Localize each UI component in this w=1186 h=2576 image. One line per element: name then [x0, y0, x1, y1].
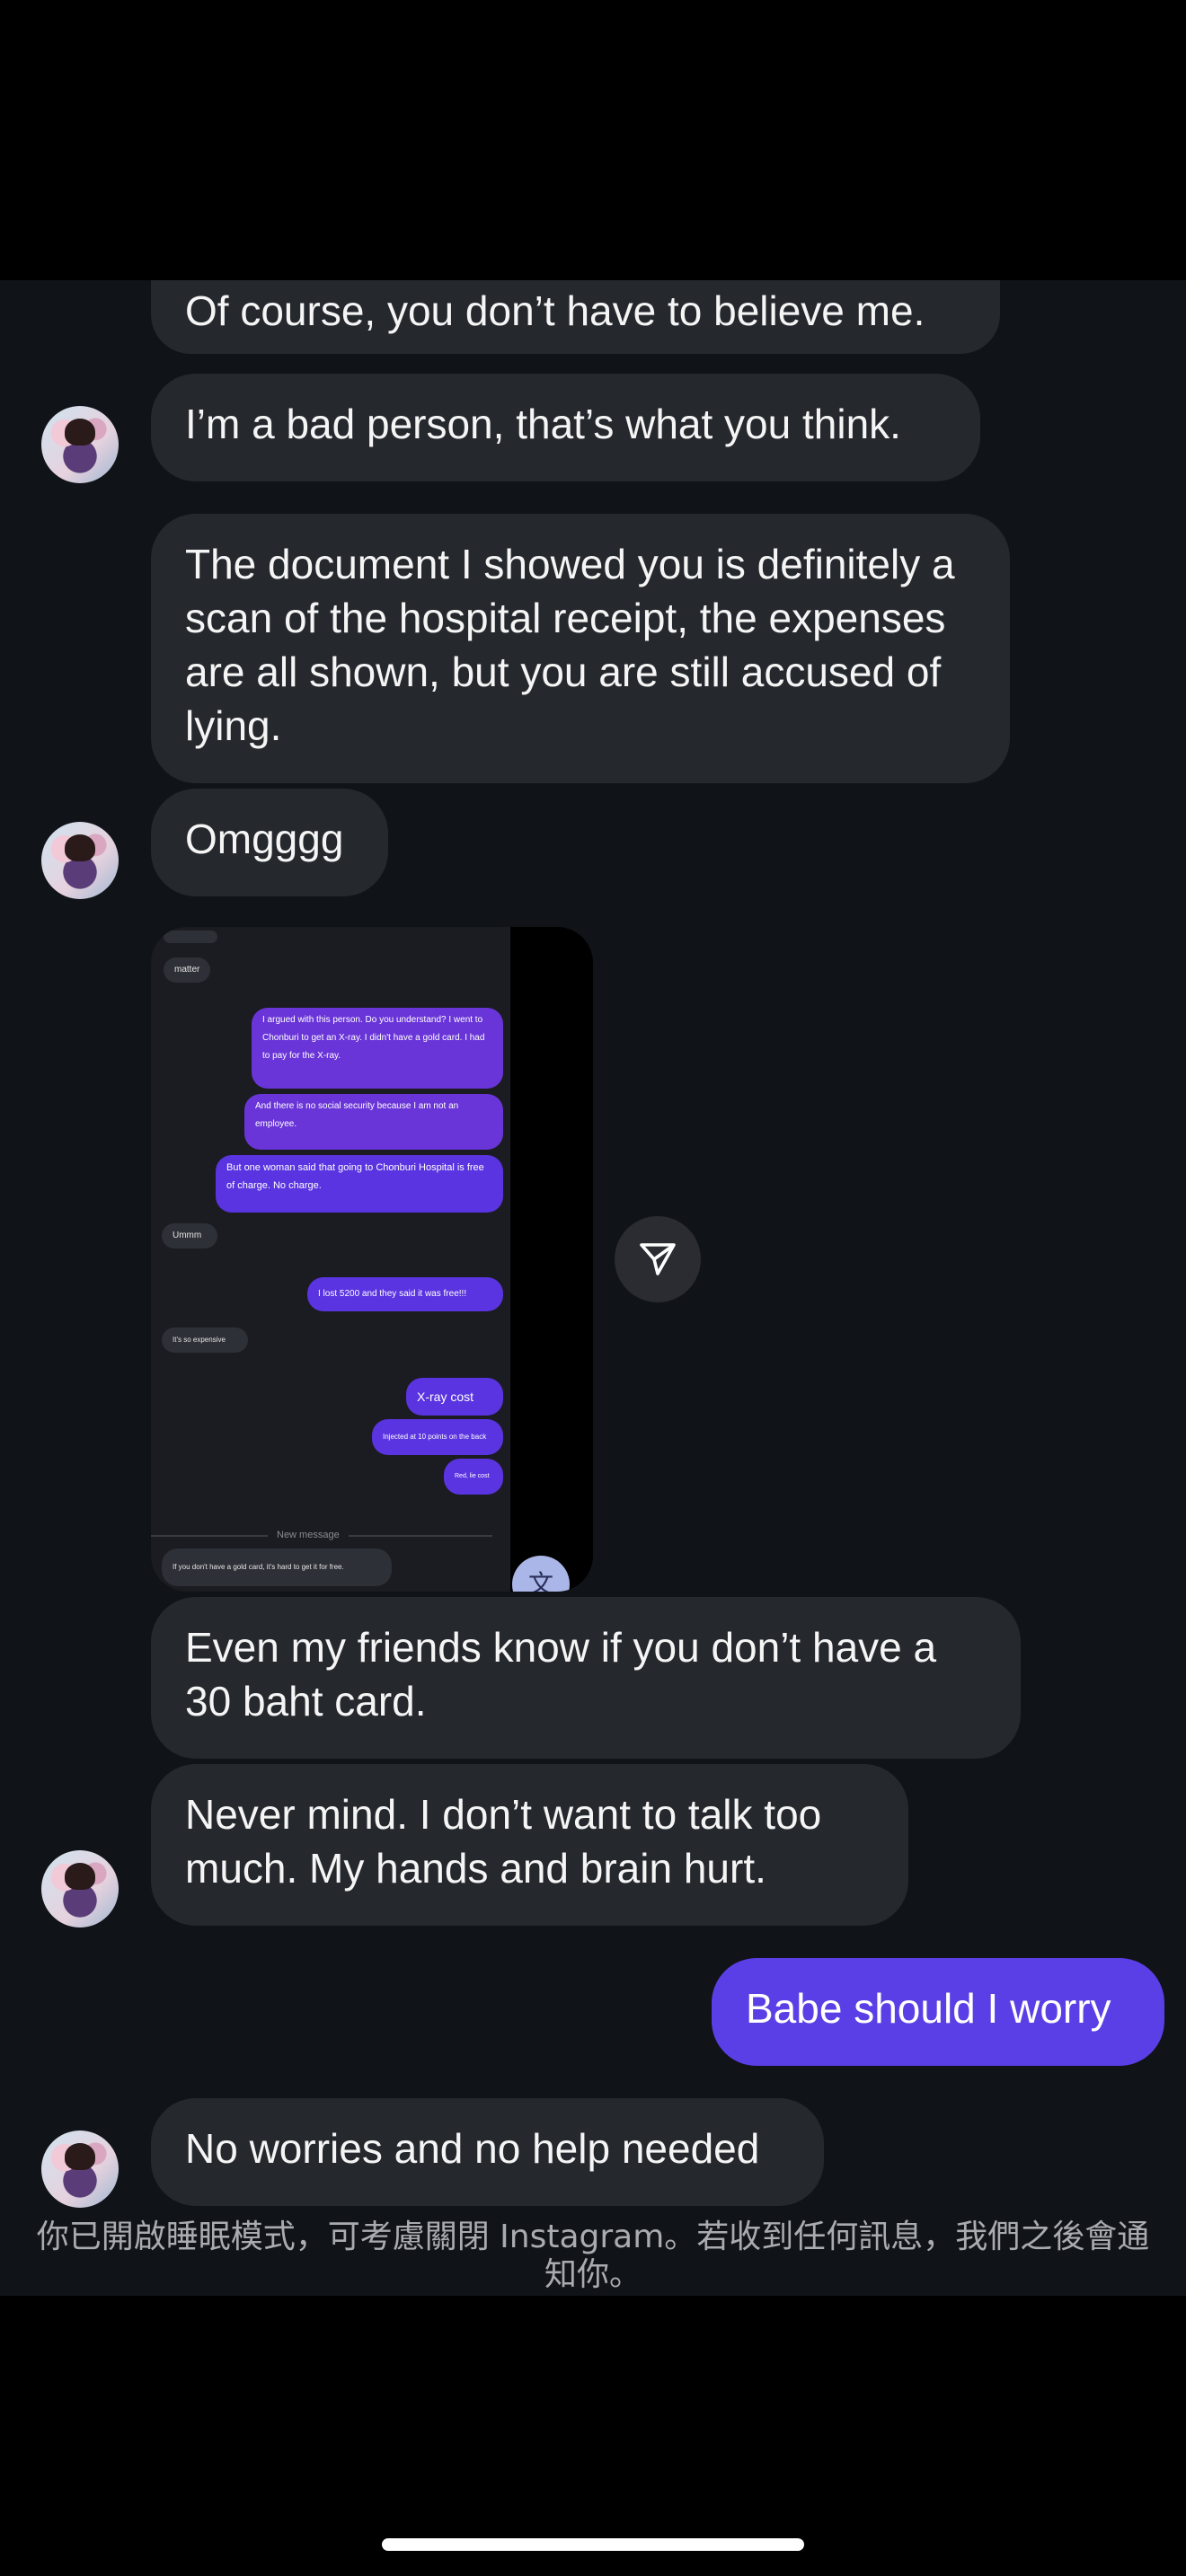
message-bubble[interactable]: No worries and no help needed	[151, 2098, 824, 2206]
shared-screenshot-message[interactable]: matter I argued with this person. Do you…	[151, 927, 593, 1592]
chat-thread[interactable]: Of course, you don’t have to believe me.…	[0, 280, 1186, 2296]
status-bar-area	[0, 0, 1186, 280]
message-bubble[interactable]: Never mind. I don’t want to talk too muc…	[151, 1764, 908, 1926]
mini-message: It's so expensive	[162, 1328, 248, 1353]
mini-message: But one woman said that going to Chonbur…	[216, 1155, 503, 1213]
message-text: Even my friends know if you don’t have a…	[185, 1624, 937, 1725]
avatar[interactable]	[41, 406, 119, 483]
message-text: Omgggg	[185, 816, 344, 862]
share-button[interactable]	[615, 1216, 701, 1302]
message-text: The document I showed you is definitely …	[185, 541, 955, 749]
screenshot-image: matter I argued with this person. Do you…	[151, 927, 510, 1592]
mini-message: matter	[164, 957, 211, 983]
mini-message: If you don't have a gold card, it's hard…	[162, 1548, 392, 1586]
mini-message: Injected at 10 points on the back	[372, 1419, 503, 1455]
message-bubble[interactable]: I’m a bad person, that’s what you think.	[151, 374, 980, 481]
mini-message	[164, 931, 217, 943]
message-bubble[interactable]: The document I showed you is definitely …	[151, 514, 1010, 783]
mini-message: Ummm	[162, 1223, 217, 1248]
media-edge	[510, 927, 593, 1592]
message-text: No worries and no help needed	[185, 2125, 760, 2172]
message-bubble-outgoing[interactable]: Babe should I worry	[712, 1958, 1164, 2066]
new-message-label: New message	[268, 1527, 349, 1543]
mini-message: X-ray cost	[406, 1378, 503, 1416]
sleep-mode-notice: 你已開啟睡眠模式，可考慮關閉 Instagram。若收到任何訊息，我們之後會通知…	[36, 2219, 1150, 2293]
bottom-safe-area	[0, 2296, 1186, 2576]
home-indicator[interactable]	[382, 2538, 804, 2551]
message-bubble[interactable]: Omgggg	[151, 789, 388, 896]
mini-message: I argued with this person. Do you unders…	[252, 1008, 503, 1089]
avatar[interactable]	[41, 2130, 119, 2208]
message-bubble[interactable]: Even my friends know if you don’t have a…	[151, 1597, 1021, 1759]
avatar[interactable]	[41, 822, 119, 899]
mini-message: Red, lie cost	[444, 1459, 503, 1495]
message-text: I’m a bad person, that’s what you think.	[185, 401, 901, 447]
message-bubble[interactable]: Of course, you don’t have to believe me.	[151, 280, 1000, 354]
send-icon	[640, 1243, 676, 1275]
message-text: Of course, you don’t have to believe me.	[185, 287, 925, 334]
avatar[interactable]	[41, 1850, 119, 1928]
mini-message: I lost 5200 and they said it was free!!!	[307, 1277, 503, 1311]
message-text: Never mind. I don’t want to talk too muc…	[185, 1791, 822, 1892]
message-text: Babe should I worry	[746, 1985, 1111, 2032]
mini-message: And there is no social security because …	[244, 1094, 503, 1150]
